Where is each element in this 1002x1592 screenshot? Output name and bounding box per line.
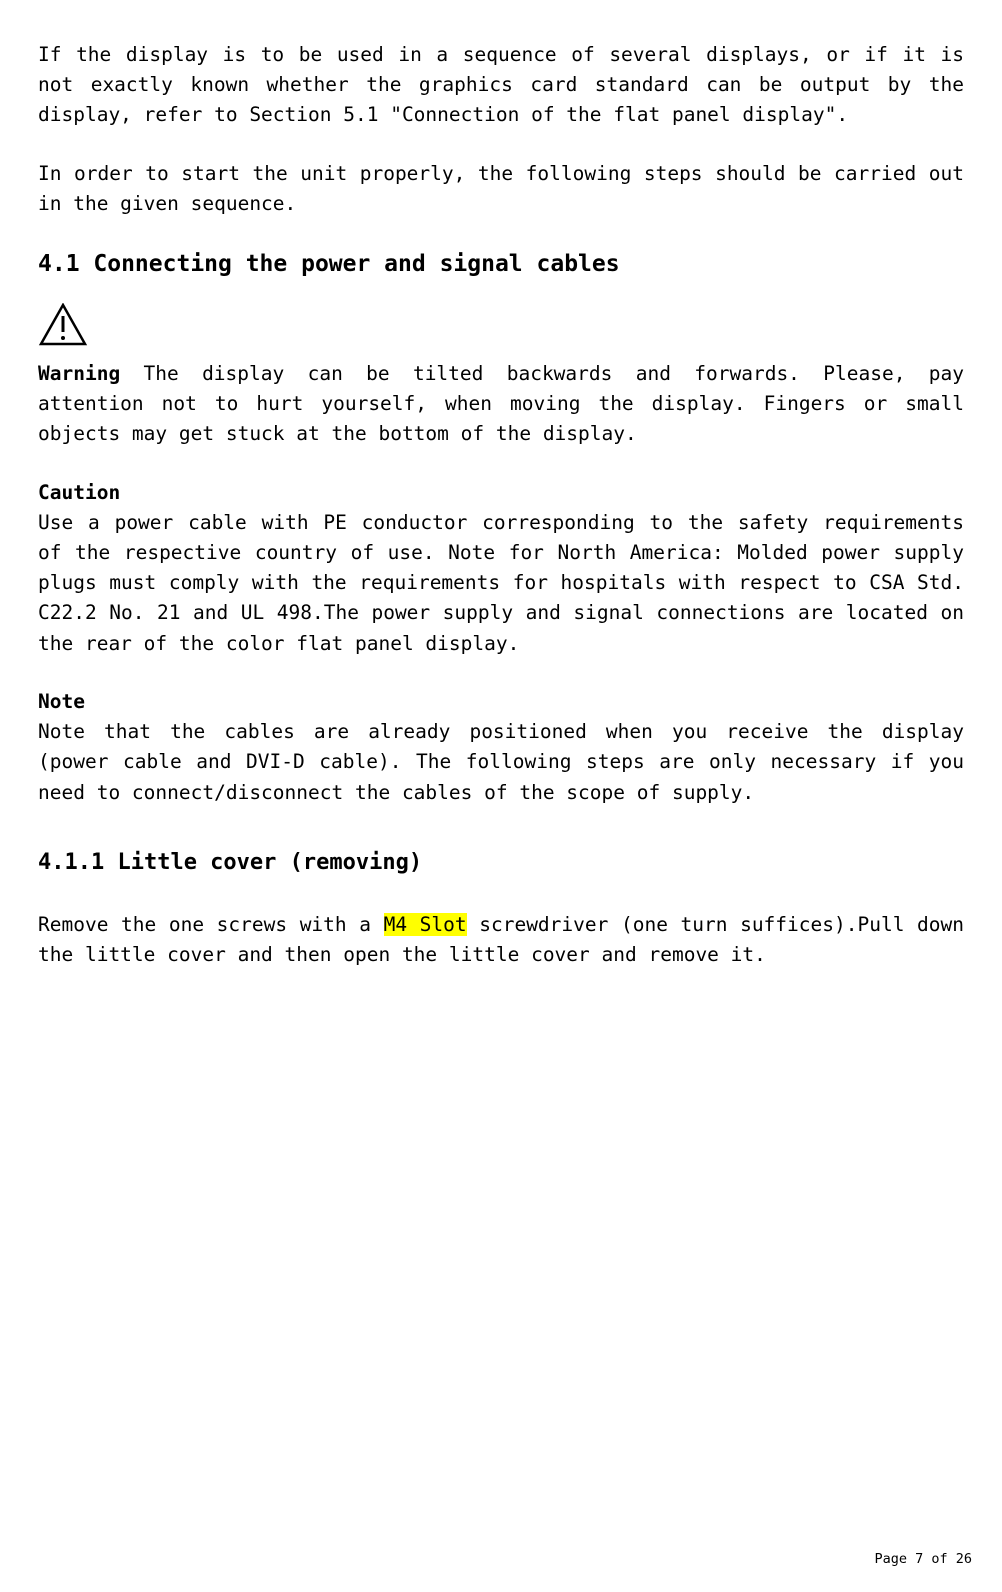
steps-paragraph: In order to start the unit properly, the… bbox=[38, 159, 964, 219]
page-footer: Page 7 of 26 bbox=[874, 1549, 972, 1570]
remove-pre: Remove the one screws with a bbox=[38, 913, 384, 936]
intro-paragraph: If the display is to be used in a sequen… bbox=[38, 40, 964, 131]
note-text: Note that the cables are already positio… bbox=[38, 717, 964, 808]
note-block: Note Note that the cables are already po… bbox=[38, 687, 964, 808]
heading-4-1-1: 4.1.1 Little cover (removing) bbox=[38, 846, 964, 880]
caution-text: Use a power cable with PE conductor corr… bbox=[38, 508, 964, 659]
warning-text: The display can be tilted backwards and … bbox=[38, 362, 964, 445]
warning-label: Warning bbox=[38, 362, 120, 385]
warning-icon bbox=[38, 303, 964, 356]
heading-4-1: 4.1 Connecting the power and signal cabl… bbox=[38, 247, 964, 283]
note-label: Note bbox=[38, 687, 964, 717]
caution-block: Caution Use a power cable with PE conduc… bbox=[38, 478, 964, 659]
highlight-m4-slot: M4 Slot bbox=[384, 913, 467, 936]
warning-block: Warning The display can be tilted backwa… bbox=[38, 359, 964, 450]
caution-label: Caution bbox=[38, 478, 964, 508]
remove-paragraph: Remove the one screws with a M4 Slot scr… bbox=[38, 910, 964, 970]
